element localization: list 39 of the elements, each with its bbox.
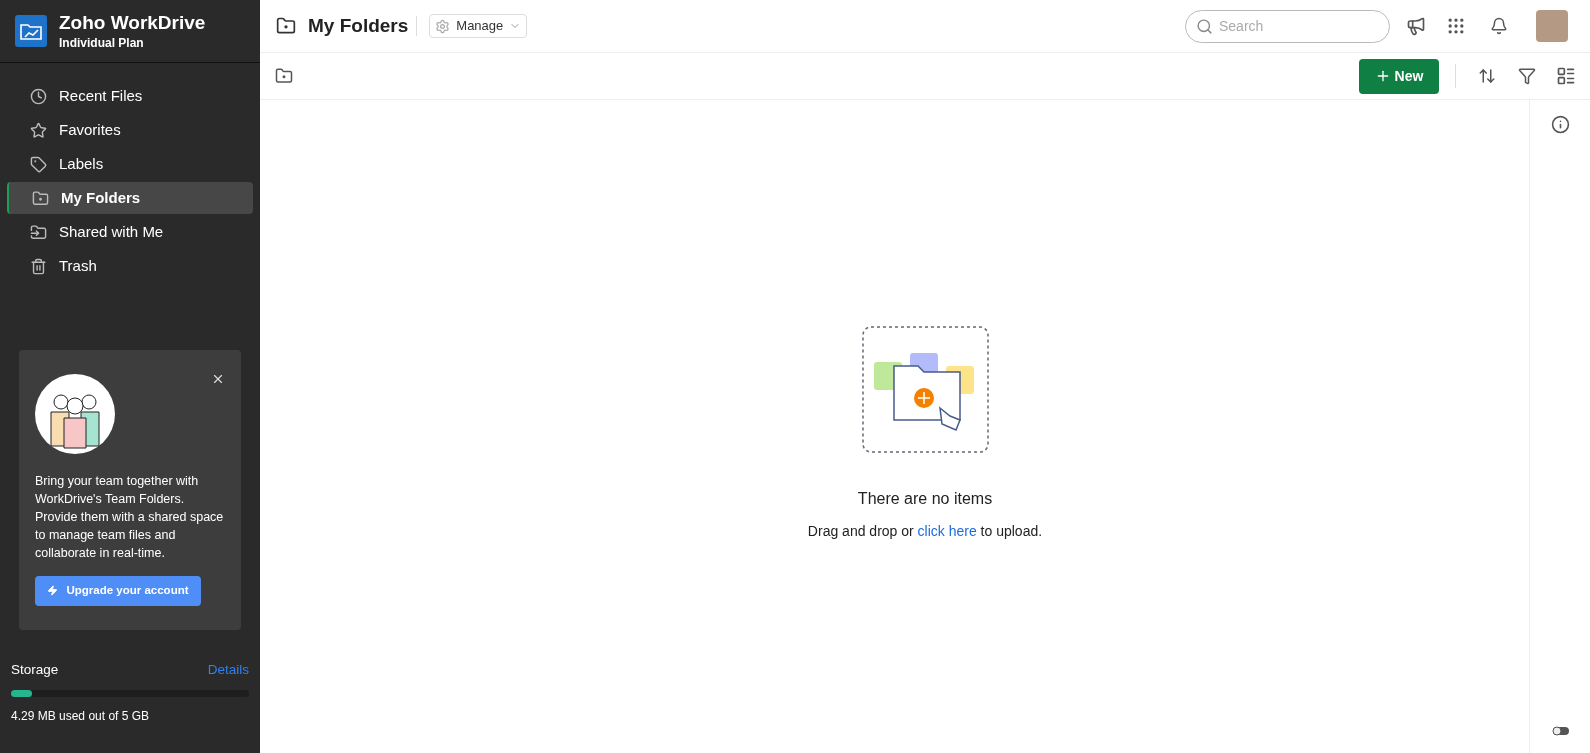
storage-usage: 4.29 MB used out of 5 GB — [11, 708, 151, 725]
manage-button[interactable]: Manage — [429, 14, 528, 38]
lightning-icon — [47, 585, 59, 597]
info-icon[interactable] — [1550, 115, 1570, 134]
filter-icon[interactable] — [1518, 67, 1536, 85]
empty-state-title: There are no items — [857, 489, 993, 509]
app-name: Zoho WorkDrive — [59, 11, 206, 35]
bell-icon[interactable] — [1490, 17, 1508, 35]
nav-item[interactable]: Trash — [7, 250, 253, 282]
trash-icon — [30, 257, 47, 275]
nav-item[interactable]: Favorites — [7, 114, 253, 146]
details-link[interactable]: Details — [207, 659, 249, 680]
search-field[interactable]: Search — [1185, 9, 1390, 43]
new-button[interactable]: New — [1359, 58, 1439, 94]
page-title: My Folders — [308, 16, 418, 36]
folder-icon — [32, 189, 49, 207]
folder-icon[interactable] — [275, 67, 293, 85]
nav-item[interactable]: My Folders — [7, 182, 253, 214]
storage-label: Storage — [11, 660, 59, 679]
clock-icon — [30, 87, 47, 105]
folder-icon — [276, 16, 296, 36]
upload-link[interactable]: click here — [917, 523, 977, 539]
list-view-icon[interactable] — [1556, 66, 1576, 86]
search-icon — [1196, 17, 1213, 35]
theme-toggle-icon[interactable] — [1550, 724, 1570, 738]
promo-text: Bring your team together with WorkDrive's Team Folders. Provide them with a shared space to manage team files and collaborate in real-time. — [35, 472, 225, 562]
nav-item[interactable]: Labels — [7, 148, 253, 180]
apps-grid-icon[interactable] — [1446, 16, 1466, 36]
nav-item[interactable]: Shared with Me — [7, 216, 253, 248]
sort-icon[interactable] — [1478, 67, 1496, 85]
upload-hint: Drag and drop or click here to upload. — [807, 522, 1043, 541]
folder-arrow-icon — [30, 223, 47, 241]
plan-name: Individual Plan — [59, 35, 145, 51]
workdrive-logo-icon — [15, 15, 47, 47]
gear-icon — [435, 18, 451, 34]
tag-icon — [30, 155, 47, 173]
megaphone-icon[interactable] — [1406, 16, 1426, 36]
star-icon — [30, 121, 47, 139]
nav-item[interactable]: Recent Files — [7, 80, 253, 112]
